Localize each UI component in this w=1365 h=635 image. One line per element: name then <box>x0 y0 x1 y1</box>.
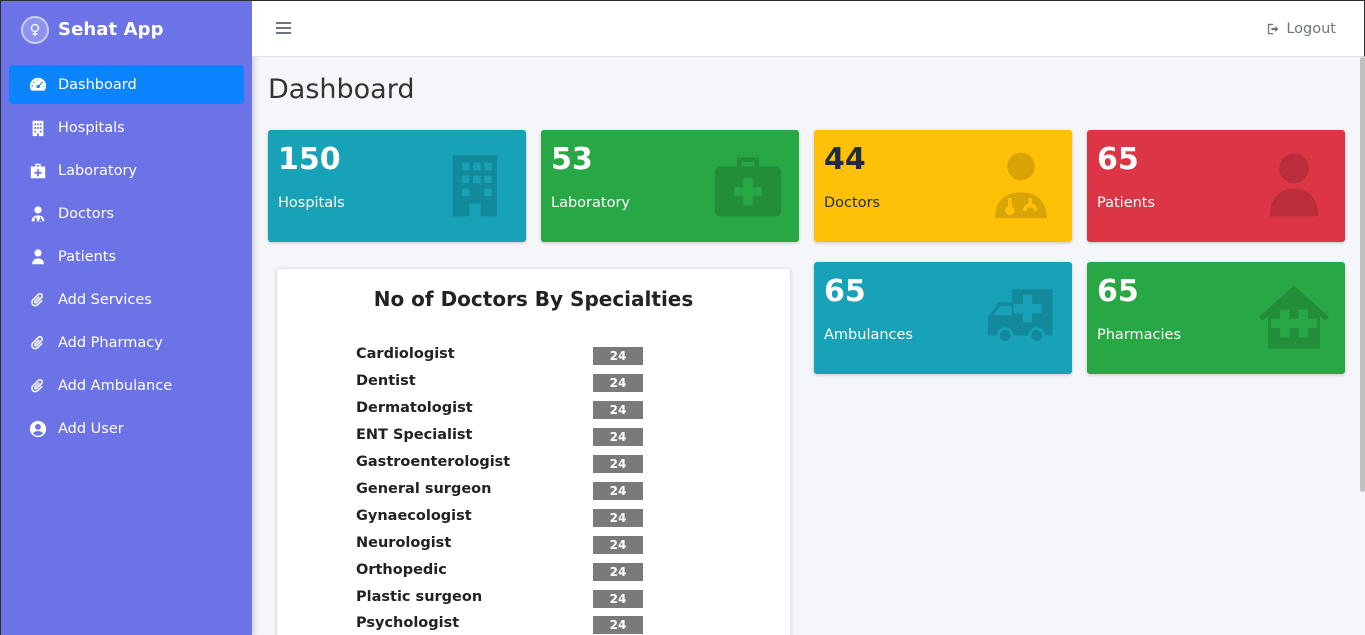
user-circle-icon <box>28 419 48 439</box>
brand-link[interactable]: Sehat App <box>1 1 252 58</box>
pharmacies-stat-box[interactable]: 65 Pharmacies <box>1087 262 1345 374</box>
count-badge: 24 <box>593 509 643 527</box>
count-badge: 24 <box>593 455 643 473</box>
specialty-name: Psychologist <box>356 615 460 631</box>
hospital-icon <box>438 148 512 222</box>
brand-name: Sehat App <box>58 19 164 40</box>
sidebar-item-add-user[interactable]: Add User <box>9 409 244 448</box>
sidebar: Sehat App Dashboard Hospitals Laboratory… <box>0 0 252 635</box>
count-badge: 24 <box>593 482 643 500</box>
specialty-row: Neurologist 24 <box>356 535 646 555</box>
sidebar-item-label: Patients <box>58 248 117 265</box>
medkit-icon <box>28 161 48 181</box>
specialty-name: General surgeon <box>356 481 492 497</box>
brand-logo-icon <box>21 15 49 44</box>
paperclip-icon <box>28 376 48 396</box>
user-md-icon <box>28 204 48 224</box>
paperclip-icon <box>28 333 48 353</box>
specialty-row: Cardiologist 24 <box>356 346 646 366</box>
sidebar-item-hospitals[interactable]: Hospitals <box>9 108 244 147</box>
paperclip-icon <box>28 290 48 310</box>
count-badge: 24 <box>593 616 643 634</box>
specialty-row: Dermatologist 24 <box>356 400 646 420</box>
specialty-row: Gastroenterologist 24 <box>356 454 646 474</box>
sidebar-item-laboratory[interactable]: Laboratory <box>9 151 244 190</box>
specialty-name: Plastic surgeon <box>356 589 483 605</box>
page-scrollbar[interactable] <box>1360 57 1365 492</box>
specialty-name: Dermatologist <box>356 400 473 416</box>
stat-label: Hospitals <box>278 195 345 211</box>
specialty-name: Dentist <box>356 373 416 389</box>
sidebar-nav: Dashboard Hospitals Laboratory Doctors P… <box>1 58 252 448</box>
stat-value: 150 <box>278 142 341 177</box>
specialty-row: Plastic surgeon 24 <box>356 589 646 609</box>
count-badge: 24 <box>593 536 643 554</box>
sidebar-item-dashboard[interactable]: Dashboard <box>9 65 244 104</box>
specialty-name: Orthopedic <box>356 562 447 578</box>
patients-stat-box[interactable]: 65 Patients <box>1087 130 1345 242</box>
sidebar-item-add-services[interactable]: Add Services <box>9 280 244 319</box>
stat-value: 53 <box>551 142 593 177</box>
logout-label: Logout <box>1286 21 1336 37</box>
stat-label: Ambulances <box>824 327 913 343</box>
specialty-row: Psychologist 24 <box>356 615 646 635</box>
stat-label: Patients <box>1097 195 1156 211</box>
stat-value: 44 <box>824 142 866 177</box>
hamburger-menu-icon[interactable] <box>276 22 291 36</box>
card-title: No of Doctors By Specialties <box>373 287 694 311</box>
sidebar-item-label: Add Ambulance <box>58 377 173 394</box>
specialty-row: ENT Specialist 24 <box>356 427 646 447</box>
sidebar-item-add-pharmacy[interactable]: Add Pharmacy <box>9 323 244 362</box>
sidebar-item-label: Dashboard <box>58 76 137 93</box>
ambulance-icon <box>984 280 1058 354</box>
sidebar-item-label: Doctors <box>58 205 115 222</box>
page-title: Dashboard <box>268 74 415 105</box>
tachometer-icon <box>28 75 48 95</box>
sidebar-item-label: Add Services <box>58 291 152 308</box>
stat-label: Laboratory <box>551 195 630 211</box>
count-badge: 24 <box>593 563 643 581</box>
logout-link[interactable]: Logout <box>1267 21 1336 37</box>
specialty-row: Gynaecologist 24 <box>356 508 646 528</box>
medkit-icon <box>711 148 785 222</box>
specialty-row: General surgeon 24 <box>356 481 646 501</box>
ambulances-stat-box[interactable]: 65 Ambulances <box>814 262 1072 374</box>
user-icon <box>1257 148 1331 222</box>
doctors-stat-box[interactable]: 44 Doctors <box>814 130 1072 242</box>
stat-value: 65 <box>824 274 866 309</box>
hospital-icon <box>28 118 48 138</box>
doctors-by-specialty-card: No of Doctors By Specialties Cardiologis… <box>276 268 791 635</box>
sidebar-item-add-ambulance[interactable]: Add Ambulance <box>9 366 244 405</box>
user-icon <box>28 247 48 267</box>
sidebar-item-doctors[interactable]: Doctors <box>9 194 244 233</box>
count-badge: 24 <box>593 347 643 365</box>
sidebar-item-label: Add User <box>58 420 124 437</box>
stat-label: Doctors <box>824 195 881 211</box>
specialty-name: ENT Specialist <box>356 427 473 443</box>
count-badge: 24 <box>593 428 643 446</box>
stat-value: 65 <box>1097 274 1139 309</box>
sign-out-icon <box>1268 23 1279 35</box>
stat-value: 65 <box>1097 142 1139 177</box>
sidebar-item-label: Hospitals <box>58 119 125 136</box>
specialty-row: Orthopedic 24 <box>356 562 646 582</box>
specialty-name: Cardiologist <box>356 346 455 362</box>
specialty-row: Dentist 24 <box>356 373 646 393</box>
stat-label: Pharmacies <box>1097 327 1182 343</box>
clinic-house-icon <box>1257 280 1331 354</box>
sidebar-item-label: Add Pharmacy <box>58 334 163 351</box>
laboratory-stat-box[interactable]: 53 Laboratory <box>541 130 799 242</box>
top-navbar: Logout <box>252 0 1365 57</box>
count-badge: 24 <box>593 374 643 392</box>
specialty-name: Gynaecologist <box>356 508 472 524</box>
user-md-icon <box>984 148 1058 222</box>
count-badge: 24 <box>593 401 643 419</box>
count-badge: 24 <box>593 590 643 608</box>
specialty-name: Gastroenterologist <box>356 454 511 470</box>
sidebar-item-label: Laboratory <box>58 162 137 179</box>
sidebar-item-patients[interactable]: Patients <box>9 237 244 276</box>
hospitals-stat-box[interactable]: 150 Hospitals <box>268 130 526 242</box>
specialty-name: Neurologist <box>356 535 452 551</box>
